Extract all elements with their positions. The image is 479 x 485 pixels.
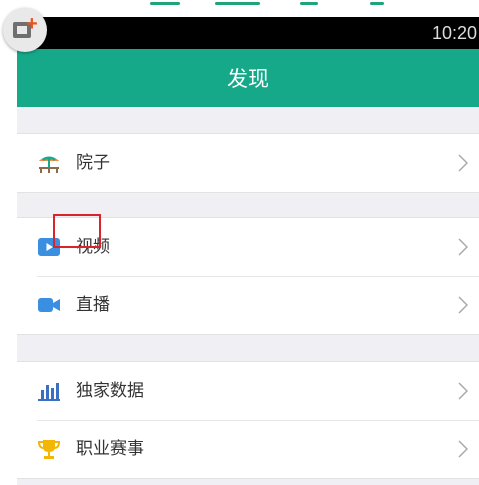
- courtyard-icon: [39, 156, 59, 173]
- chevron-right-icon: [458, 296, 468, 314]
- list-item-live[interactable]: 直播: [17, 276, 479, 334]
- page-title: 发现: [227, 67, 269, 91]
- list-item-pro-events[interactable]: 职业赛事: [17, 420, 479, 478]
- group-courtyard: 院子: [17, 133, 479, 193]
- phone-screen: 10:20 发现 院子 视频 直播 独家数据 职业赛事: [17, 17, 479, 485]
- status-bar: 10:20: [17, 17, 479, 49]
- bar-chart-icon: [38, 383, 60, 401]
- floating-action-button[interactable]: +: [3, 8, 47, 52]
- highlight-box: [53, 214, 101, 248]
- chevron-right-icon: [458, 238, 468, 256]
- status-time: 10:20: [431, 23, 477, 43]
- strip-dash: [300, 2, 318, 5]
- chevron-right-icon: [458, 440, 468, 458]
- top-strip: [0, 0, 479, 16]
- list-item-label: 职业赛事: [76, 439, 144, 459]
- chevron-right-icon: [458, 154, 468, 172]
- video-camera-icon: [38, 298, 60, 312]
- chevron-right-icon: [458, 382, 468, 400]
- list-item-label: 直播: [76, 295, 110, 315]
- plus-icon: +: [26, 13, 38, 35]
- group-data: 独家数据 职业赛事: [17, 361, 479, 479]
- list-item-label: 独家数据: [76, 381, 144, 401]
- list-item-exclusive-data[interactable]: 独家数据: [17, 362, 479, 420]
- list-item-courtyard[interactable]: 院子: [17, 134, 479, 192]
- trophy-icon: [37, 440, 61, 459]
- strip-dash: [150, 2, 180, 5]
- nav-bar: 发现: [17, 49, 479, 107]
- strip-dash: [370, 2, 384, 5]
- list-item-label: 院子: [76, 153, 110, 173]
- strip-dash: [215, 2, 260, 5]
